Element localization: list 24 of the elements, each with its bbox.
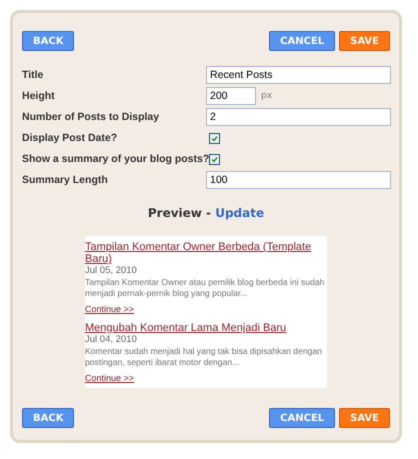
field-label: Title	[22, 69, 44, 81]
post-title-link[interactable]: Mengubah Komentar Lama Menjadi Baru	[85, 322, 327, 334]
input-field[interactable]: Recent Posts	[206, 66, 391, 84]
continue-link[interactable]: Continue >>	[85, 304, 134, 314]
post-summary: Tampilan Komentar Owner atau pemilik blog berbeda ini sudah menjadi pernak-pernik blog yang popular...	[85, 277, 326, 299]
post-date: Jul 05, 2010	[85, 265, 138, 277]
field-label: Display Post Date?	[22, 132, 118, 144]
checkbox[interactable]	[209, 154, 220, 164]
post-title-link[interactable]: Tampilan Komentar Owner Berbeda (Template Baru)	[85, 241, 327, 265]
field-label: Summary Length	[22, 174, 109, 186]
continue-link[interactable]: Continue >>	[85, 373, 134, 383]
post-summary: Komentar sudah menjadi hal yang tak bisa dipisahkan dengan postingan, seperti ibarat motor dengan...	[85, 346, 323, 368]
checkmark-icon	[211, 156, 218, 162]
input-field[interactable]: 100	[206, 171, 391, 189]
input-field[interactable]: 2	[206, 108, 391, 126]
unit-label: px	[261, 91, 272, 101]
input-field[interactable]: 200	[206, 87, 256, 105]
checkbox[interactable]	[209, 132, 220, 144]
post-date: Jul 04, 2010	[85, 334, 138, 346]
preview-heading: Preview -	[148, 206, 212, 220]
field-label: Height	[22, 90, 56, 102]
update-link[interactable]: Update	[215, 206, 264, 220]
field-label: Number of Posts to Display	[22, 111, 160, 123]
checkmark-icon	[211, 134, 218, 142]
